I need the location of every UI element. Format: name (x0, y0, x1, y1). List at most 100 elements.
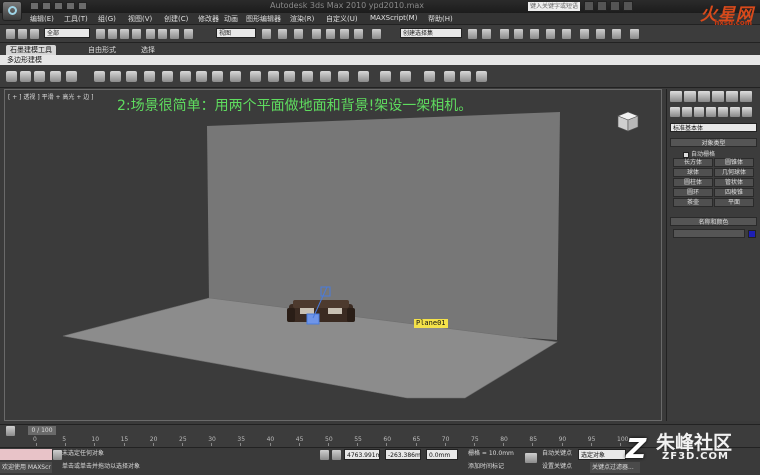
open-icon[interactable] (42, 2, 51, 10)
rect-selection-icon[interactable] (120, 29, 129, 39)
selection-filter-dropdown[interactable]: 全部 (44, 28, 90, 38)
cameras-icon[interactable] (706, 107, 716, 117)
torus-button[interactable]: 圆环 (673, 188, 713, 197)
named-selection-dropdown[interactable]: 创建选择集 (400, 28, 462, 38)
viewcube-icon[interactable] (614, 107, 642, 135)
angle-snap-icon[interactable] (326, 29, 335, 39)
material-editor-icon[interactable] (562, 29, 571, 39)
link-icon[interactable] (6, 29, 15, 39)
shapes-icon[interactable] (682, 107, 692, 117)
collapse-stack-icon[interactable] (162, 71, 173, 82)
maxscript-listener[interactable] (0, 449, 52, 460)
properties-icon[interactable] (476, 71, 487, 82)
manipulate-icon[interactable] (278, 29, 287, 39)
tube-button[interactable]: 管状体 (714, 178, 754, 187)
search-icon[interactable] (584, 1, 594, 11)
menu-graph-editors[interactable]: 图形编辑器 (246, 14, 281, 24)
select-by-name-icon[interactable] (108, 29, 117, 39)
object-color-swatch[interactable] (748, 230, 756, 238)
edit-named-selection-icon[interactable] (372, 29, 381, 39)
swiftloop-icon[interactable] (196, 71, 207, 82)
grow-icon[interactable] (320, 71, 331, 82)
x-coordinate-field[interactable]: 4763.991m (344, 449, 380, 460)
align-icon[interactable] (482, 29, 491, 39)
redo-icon[interactable] (78, 2, 87, 10)
grid-align-icon[interactable] (460, 71, 471, 82)
rendered-frame-icon[interactable] (596, 29, 605, 39)
systems-icon[interactable] (742, 107, 752, 117)
unlink-icon[interactable] (18, 29, 27, 39)
mesh-smooth-icon[interactable] (380, 71, 391, 82)
polygon-icon[interactable] (66, 71, 77, 82)
absolute-mode-icon[interactable] (332, 450, 341, 460)
menu-tools[interactable]: 工具(T) (64, 14, 88, 24)
space-warps-icon[interactable] (730, 107, 740, 117)
tab-selection[interactable]: 选择 (137, 45, 159, 55)
save-icon[interactable] (54, 2, 63, 10)
box-button[interactable]: 长方体 (673, 158, 713, 167)
menu-help[interactable]: 帮助(H) (428, 14, 453, 24)
make-planar-icon[interactable] (424, 71, 435, 82)
object-name-field[interactable] (673, 229, 745, 238)
border-icon[interactable] (50, 71, 61, 82)
tab-freeform[interactable]: 自由形式 (84, 45, 120, 55)
render-icon[interactable] (612, 29, 621, 39)
generate-topology-icon[interactable] (250, 71, 261, 82)
time-slider[interactable]: 0 / 100 (28, 426, 56, 435)
modify-tab-icon[interactable] (684, 91, 696, 102)
z-coordinate-field[interactable]: 0.0mm (426, 449, 458, 460)
menu-group[interactable]: 组(G) (98, 14, 116, 24)
search-input[interactable]: 键入关键字或短语 (528, 2, 580, 11)
percent-snap-icon[interactable] (340, 29, 349, 39)
selected-set-dropdown[interactable]: 选定对象 (578, 449, 626, 460)
sphere-button[interactable]: 球体 (673, 168, 713, 177)
element-icon[interactable] (94, 71, 105, 82)
curve-editor-icon[interactable] (530, 29, 539, 39)
lights-icon[interactable] (694, 107, 704, 117)
set-key-button[interactable]: 设置关键点 (540, 461, 576, 472)
app-logo-icon[interactable] (2, 1, 22, 21)
loop-icon[interactable] (338, 71, 349, 82)
use-displace-icon[interactable] (144, 71, 155, 82)
help-icon[interactable] (623, 1, 633, 11)
create-tab-icon[interactable] (670, 91, 682, 102)
symmetry-icon[interactable] (268, 71, 279, 82)
window-crossing-icon[interactable] (132, 29, 141, 39)
cone-button[interactable]: 圆锥体 (714, 158, 754, 167)
teapot-button[interactable]: 茶壶 (673, 198, 713, 207)
ring-icon[interactable] (358, 71, 369, 82)
set-key-icon[interactable] (525, 453, 537, 463)
vertex-icon[interactable] (20, 71, 31, 82)
hierarchy-tab-icon[interactable] (698, 91, 710, 102)
rotate-icon[interactable] (158, 29, 167, 39)
move-icon[interactable] (146, 29, 155, 39)
display-tab-icon[interactable] (726, 91, 738, 102)
menu-maxscript[interactable]: MAXScript(M) (370, 14, 417, 22)
mirror-icon[interactable] (468, 29, 477, 39)
shrink-icon[interactable] (302, 71, 313, 82)
geometry-icon[interactable] (670, 107, 680, 117)
layer-manager-icon[interactable] (500, 29, 509, 39)
perspective-viewport[interactable]: [ + ] 透视 ] 平滑 + 高光 + 边 ] 2:场景很简单：用两个平面做地… (4, 89, 662, 421)
object-type-rollout[interactable]: 对象类型 (670, 138, 757, 147)
reference-coord-dropdown[interactable]: 视图 (216, 28, 256, 38)
stack-icon[interactable] (110, 71, 121, 82)
communication-icon[interactable] (597, 1, 607, 11)
name-color-rollout[interactable]: 名称和颜色 (670, 217, 757, 226)
pconnect-icon[interactable] (230, 71, 241, 82)
pyramid-button[interactable]: 四棱锥 (714, 188, 754, 197)
scale-icon[interactable] (170, 29, 179, 39)
relax-icon[interactable] (284, 71, 295, 82)
motion-tab-icon[interactable] (712, 91, 724, 102)
favorites-icon[interactable] (610, 1, 620, 11)
cut-icon[interactable] (212, 71, 223, 82)
view-align-icon[interactable] (444, 71, 455, 82)
keyboard-shortcut-icon[interactable] (294, 29, 303, 39)
lock-selection-icon[interactable] (320, 450, 329, 460)
menu-modifiers[interactable]: 修改器 (198, 14, 219, 24)
tab-graphite-modeling[interactable]: 石墨建模工具 (6, 45, 56, 55)
render-setup-icon[interactable] (580, 29, 589, 39)
auto-key-button[interactable]: 自动关键点 (540, 448, 576, 459)
viewport-label[interactable]: [ + ] 透视 ] 平滑 + 高光 + 边 ] (8, 92, 94, 101)
autogrid-checkbox[interactable]: 自动栅格 (683, 149, 715, 158)
